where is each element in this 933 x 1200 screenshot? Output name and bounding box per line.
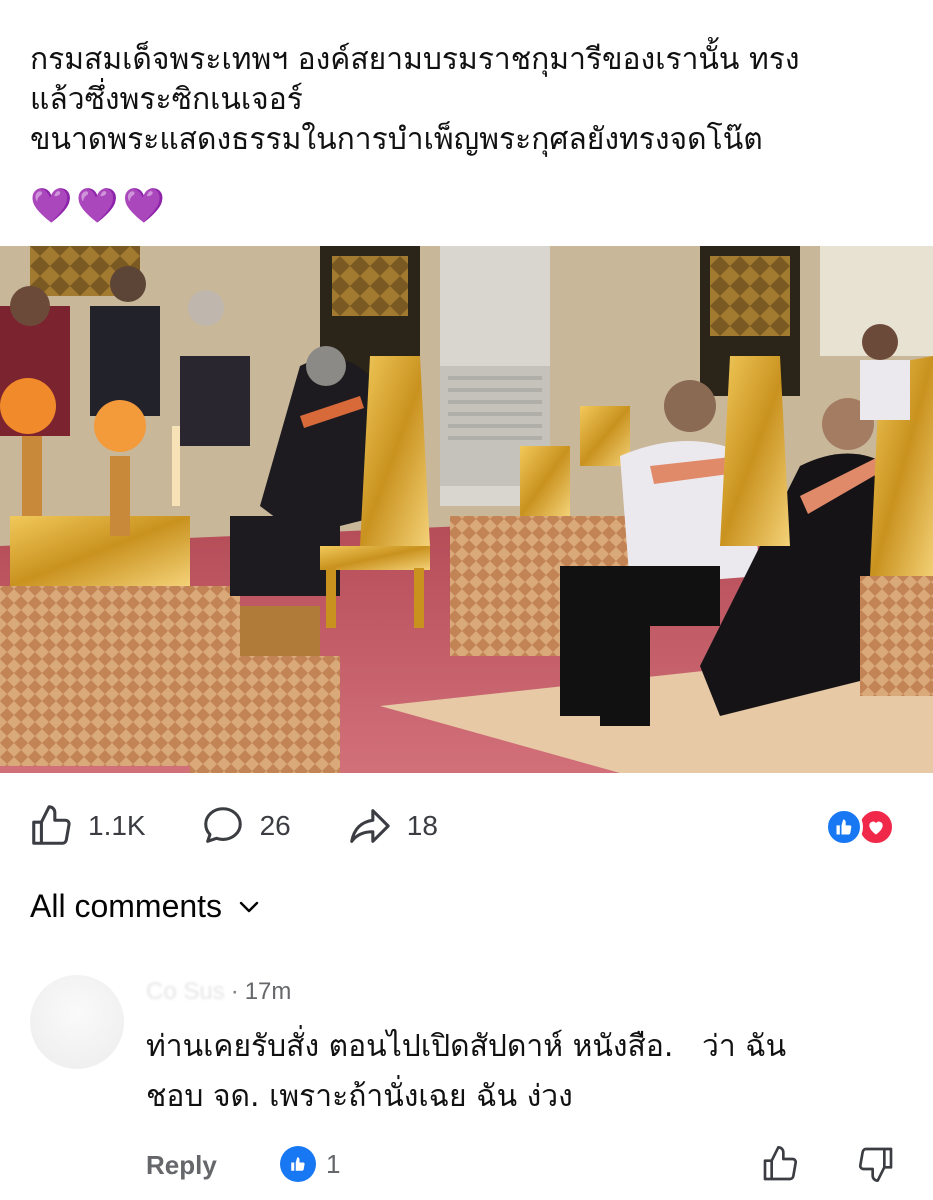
post-text-line: แล้วซึ่งพระซิกเนเจอร์: [30, 82, 303, 117]
like-reaction-icon: [825, 808, 863, 846]
all-comments-dropdown[interactable]: All comments: [30, 888, 260, 925]
purple-heart-icon: 💜: [30, 186, 73, 226]
comment-like-summary[interactable]: 1: [280, 1146, 340, 1182]
post-text-line: กรมสมเด็จพระเทพฯ องค์สยามบรมราชกุมารีของ…: [30, 42, 800, 77]
comment-button[interactable]: 26: [200, 803, 291, 849]
purple-hearts: 💜 💜 💜: [30, 185, 165, 227]
downvote-button[interactable]: [856, 1144, 896, 1188]
comment-count: 26: [259, 810, 291, 841]
post-photo[interactable]: [0, 246, 933, 773]
avatar[interactable]: [30, 975, 124, 1069]
comment-like-count: 1: [326, 1148, 341, 1179]
speech-bubble-icon: [203, 807, 242, 843]
upvote-button[interactable]: [760, 1144, 800, 1188]
comment-author[interactable]: Co Sus: [146, 978, 225, 1006]
comment-line: ชอบ จด. เพราะถ้านั่งเฉย ฉัน ง่วง: [146, 1079, 573, 1114]
comment-body: ท่านเคยรับสั่ง ตอนไปเปิดสัปดาห์ หนังสือ.…: [146, 1022, 906, 1122]
ceremony-photo-illustration: [0, 246, 933, 773]
post-actions: 1.1K 26 18: [28, 800, 492, 852]
post-text: กรมสมเด็จพระเทพฯ องค์สยามบรมราชกุมารีของ…: [30, 40, 910, 160]
all-comments-label: All comments: [30, 888, 223, 924]
meta-separator: ·: [230, 978, 239, 1005]
chevron-down-icon: [239, 901, 259, 912]
comment-line: ท่านเคยรับสั่ง ตอนไปเปิดสัปดาห์ หนังสือ.…: [146, 1029, 787, 1064]
comment-meta: Co Sus · 17m: [146, 978, 291, 1006]
post-text-line: ขนาดพระแสดงธรรมในการบำเพ็ญพระกุศลยังทรงจ…: [30, 122, 763, 157]
reply-button[interactable]: Reply: [146, 1150, 217, 1181]
thumbs-up-icon: [32, 805, 71, 845]
like-button[interactable]: 1.1K: [28, 803, 146, 849]
purple-heart-icon: 💜: [122, 186, 166, 226]
comment-timestamp[interactable]: 17m: [245, 978, 292, 1006]
share-arrow-icon: [349, 809, 390, 843]
thumbs-down-icon: [858, 1147, 893, 1182]
purple-heart-icon: 💜: [76, 186, 119, 226]
thumbs-up-icon: [763, 1146, 798, 1181]
like-badge-icon: [280, 1146, 316, 1182]
like-count: 1.1K: [88, 810, 146, 841]
reaction-summary[interactable]: [825, 808, 905, 848]
share-count: 18: [406, 810, 438, 841]
share-button[interactable]: 18: [345, 803, 438, 849]
